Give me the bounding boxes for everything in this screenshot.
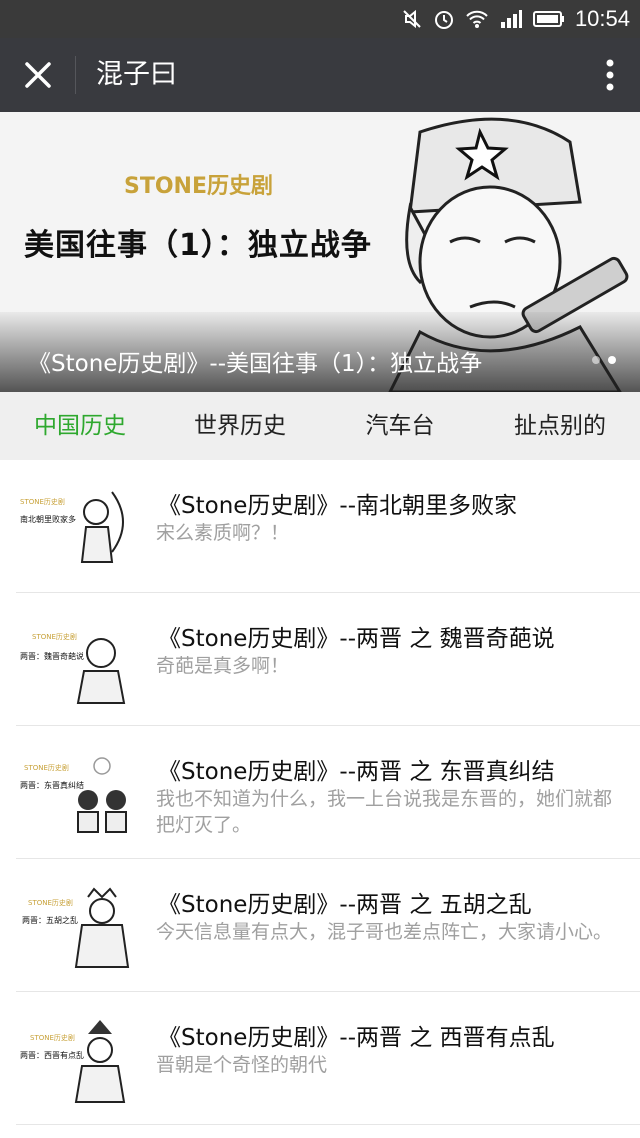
svg-text:两晋：东晋真纠结: 两晋：东晋真纠结 [20, 780, 84, 790]
svg-text:南北朝里败家多: 南北朝里败家多 [20, 514, 76, 524]
svg-text:两晋：魏晋奇葩说: 两晋：魏晋奇葩说 [20, 651, 84, 661]
article-desc: 宋么素质啊？！ [156, 522, 290, 544]
category-tabs: 中国历史 世界历史 汽车台 扯点别的 [0, 392, 640, 460]
alarm-icon [434, 11, 453, 29]
list-item[interactable]: STONE历史剧 两晋：五胡之乱 《Stone历史剧》--两晋 之 五胡之乱 今… [16, 859, 640, 992]
article-title: 《Stone历史剧》--南北朝里多败家 [158, 493, 518, 519]
article-title: 《Stone历史剧》--两晋 之 西晋有点乱 [158, 1025, 555, 1051]
status-bar: 10:54 [0, 0, 640, 38]
article-title: 《Stone历史剧》--两晋 之 五胡之乱 [158, 892, 532, 918]
banner-headline: 美国往事（1）：独立战争 [24, 228, 372, 263]
title-bar: 混子曰 [0, 38, 640, 112]
list-item[interactable]: STONE历史剧 两晋：西晋有点乱 《Stone历史剧》--两晋 之 西晋有点乱… [16, 992, 640, 1125]
signal-icon [500, 10, 522, 28]
status-time: 10:54 [574, 6, 630, 31]
article-desc: 奇葩是真多啊！ [156, 655, 290, 677]
svg-text:STONE历史剧: STONE历史剧 [20, 497, 65, 506]
article-title: 《Stone历史剧》--两晋 之 东晋真纠结 [158, 759, 555, 785]
page-title: 混子曰 [96, 59, 177, 90]
page-dot-active [608, 356, 616, 364]
page-dot [592, 356, 600, 364]
list-item[interactable]: STONE历史剧 南北朝里败家多 《Stone历史剧》--南北朝里多败家 宋么素… [16, 460, 640, 593]
title-divider [75, 56, 76, 94]
tab-other-topics[interactable]: 扯点别的 [480, 392, 640, 460]
svg-text:STONE历史剧: STONE历史剧 [28, 898, 73, 907]
article-thumbnail: STONE历史剧 两晋：魏晋奇葩说 [20, 632, 126, 704]
list-item[interactable]: STONE历史剧 两晋：魏晋奇葩说 《Stone历史剧》--两晋 之 魏晋奇葩说… [16, 593, 640, 726]
article-desc: 今天信息量有点大，混子哥也差点阵亡，大家请小心。 [156, 921, 613, 943]
banner-brand: STONE历史剧 [124, 174, 273, 199]
banner-caption: 《Stone历史剧》--美国往事（1）：独立战争 [28, 351, 483, 377]
banner-page-indicator [592, 356, 616, 364]
article-thumbnail: STONE历史剧 两晋：西晋有点乱 [20, 1020, 126, 1103]
article-thumbnail: STONE历史剧 南北朝里败家多 [20, 491, 124, 563]
article-thumbnail: STONE历史剧 两晋：东晋真纠结 [20, 757, 127, 833]
article-thumbnail: STONE历史剧 两晋：五胡之乱 [22, 887, 130, 968]
close-icon[interactable] [22, 59, 54, 91]
list-item[interactable]: STONE历史剧 两晋：东晋真纠结 《Stone历史剧》--两晋 之 东晋真纠结… [16, 726, 640, 859]
svg-text:两晋：五胡之乱: 两晋：五胡之乱 [22, 915, 78, 925]
battery-icon [532, 11, 564, 27]
article-list: STONE历史剧 南北朝里败家多 《Stone历史剧》--南北朝里多败家 宋么素… [0, 460, 640, 1125]
tab-world-history[interactable]: 世界历史 [160, 392, 320, 460]
article-desc: 晋朝是个奇怪的朝代 [156, 1054, 328, 1076]
svg-text:STONE历史剧: STONE历史剧 [32, 632, 77, 641]
featured-banner[interactable]: STONE历史剧 美国往事（1）：独立战争 《Stone历史剧》--美国往事（1… [0, 112, 640, 392]
tab-auto-channel[interactable]: 汽车台 [320, 392, 480, 460]
wifi-icon [466, 10, 488, 28]
mute-icon [403, 9, 421, 29]
article-desc: 我也不知道为什么，我一上台说我是东晋的，她们就都把灯灭了。 [156, 788, 613, 836]
tab-chinese-history[interactable]: 中国历史 [0, 392, 160, 460]
article-title: 《Stone历史剧》--两晋 之 魏晋奇葩说 [158, 626, 555, 652]
more-options-icon[interactable] [606, 58, 614, 92]
svg-text:两晋：西晋有点乱: 两晋：西晋有点乱 [20, 1050, 84, 1060]
svg-text:STONE历史剧: STONE历史剧 [30, 1033, 75, 1042]
svg-text:STONE历史剧: STONE历史剧 [24, 763, 69, 772]
